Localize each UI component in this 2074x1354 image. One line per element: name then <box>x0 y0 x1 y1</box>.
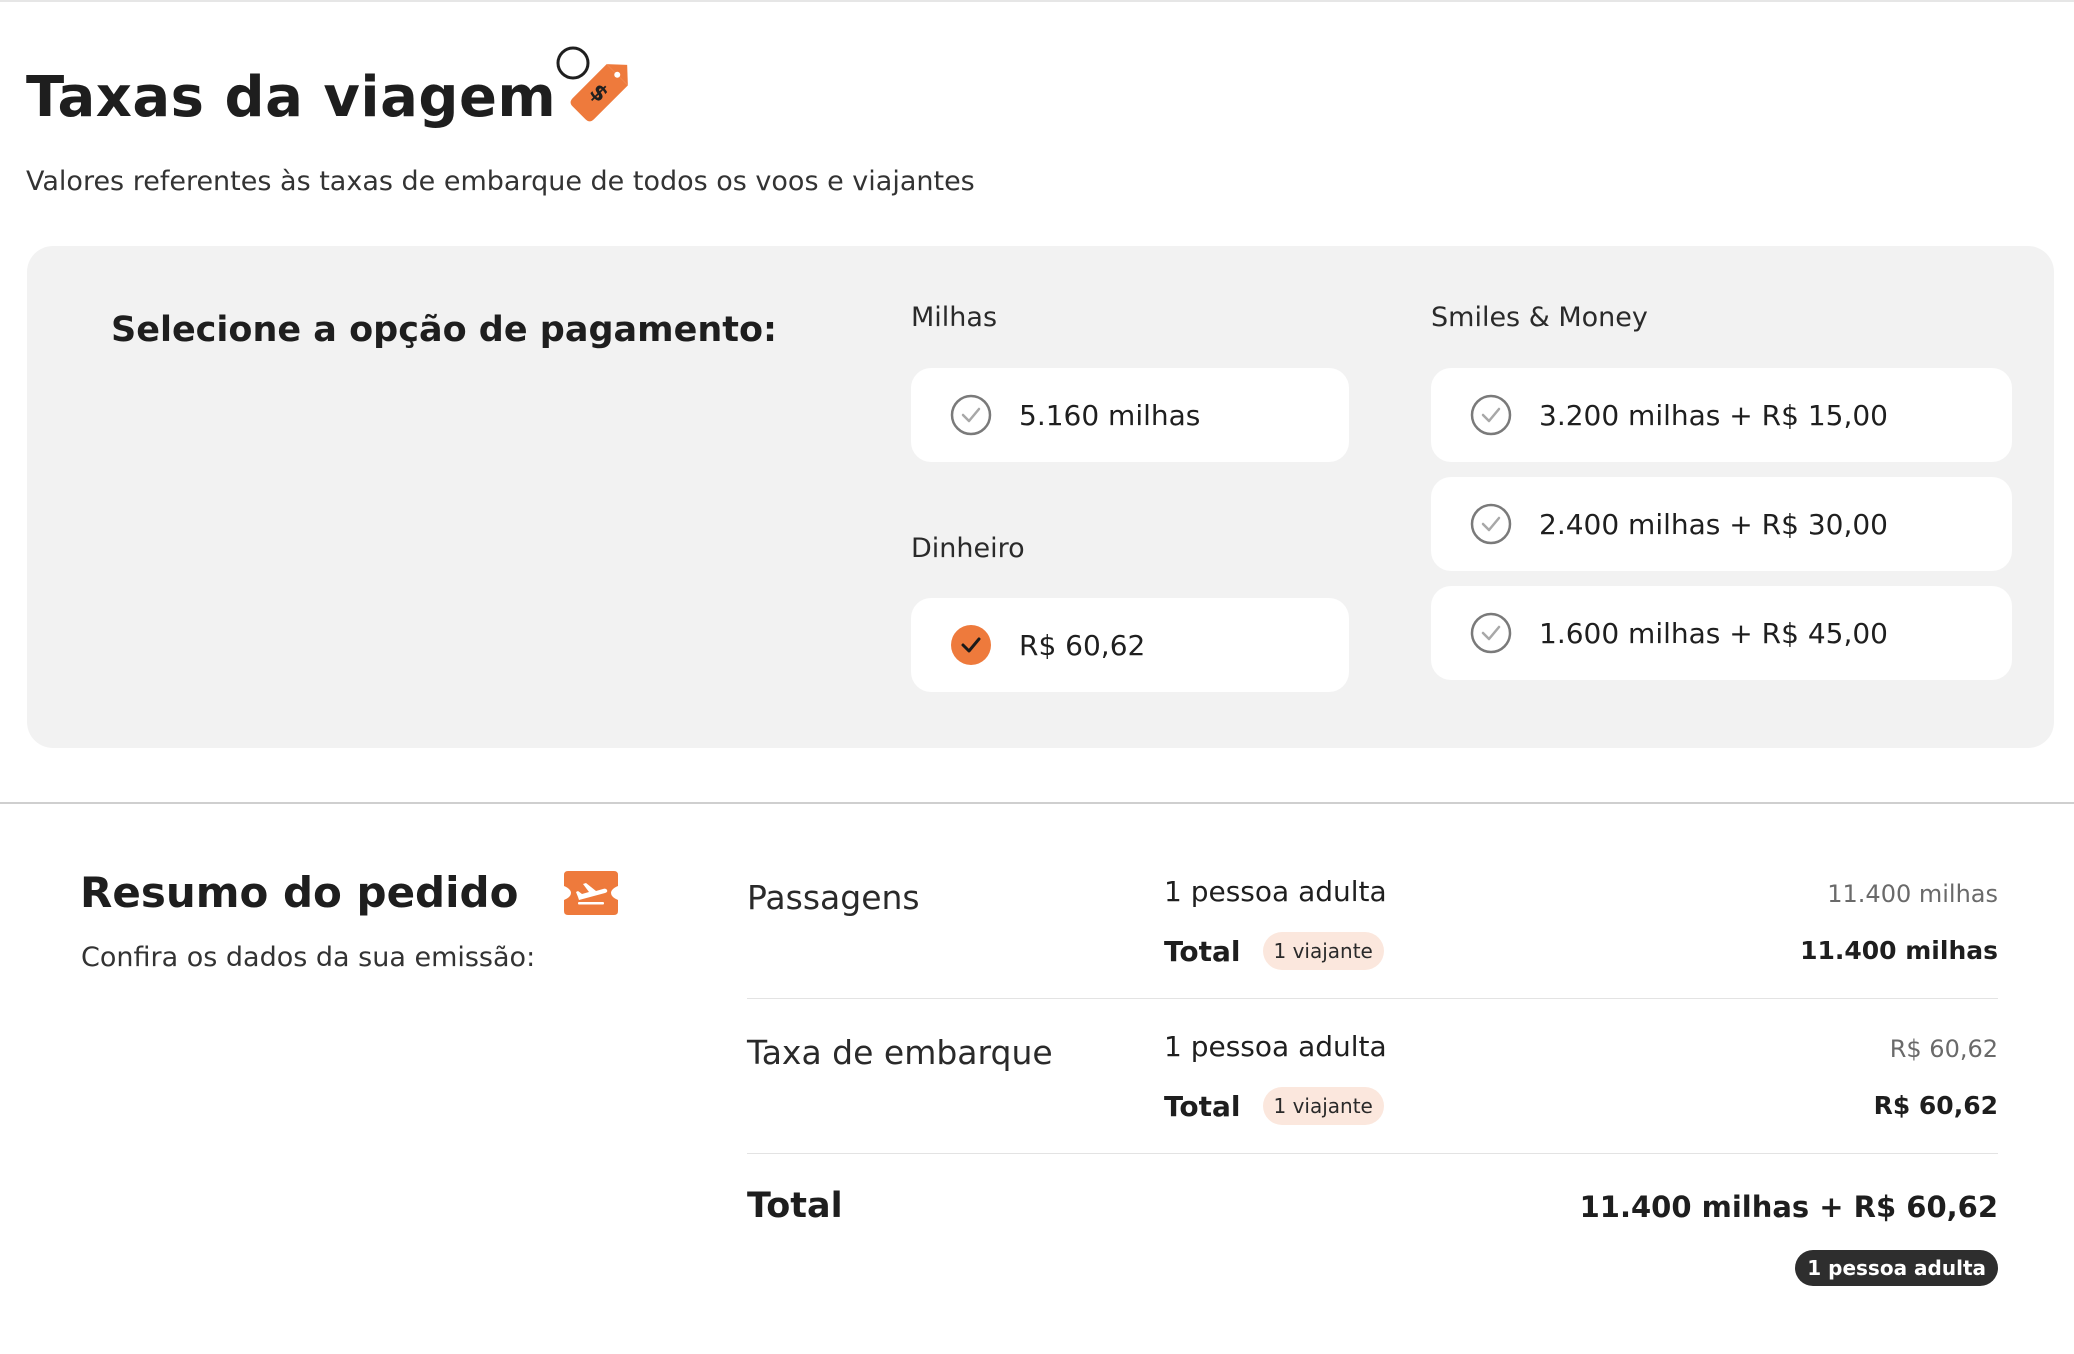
page-subtitle: Valores referentes às taxas de embarque … <box>26 166 975 197</box>
summary-header: Resumo do pedido <box>80 868 619 917</box>
section-total-amount: R$ 60,62 <box>1873 1091 1998 1120</box>
option-label: 2.400 milhas + R$ 30,00 <box>1539 507 1888 541</box>
pax-count: 1 pessoa adulta <box>1164 875 1387 908</box>
group-label-dinheiro: Dinheiro <box>911 533 1025 564</box>
option-label: 5.160 milhas <box>1019 398 1201 432</box>
option-label: 1.600 milhas + R$ 45,00 <box>1539 616 1888 650</box>
page-title: Taxas da viagem <box>26 64 557 130</box>
section-divider <box>0 802 2074 804</box>
grand-total-amount: 11.400 milhas + R$ 60,62 <box>1579 1190 1998 1224</box>
grand-total-label: Total <box>747 1186 843 1226</box>
radio-unchecked-icon <box>1470 612 1512 654</box>
section-label-passagens: Passagens <box>747 878 920 917</box>
price-tag-icon: $ <box>556 46 646 136</box>
plane-ticket-icon <box>564 870 619 915</box>
radio-unchecked-icon <box>950 394 992 436</box>
payment-options-panel: Selecione a opção de pagamento: Milhas 5… <box>27 246 2054 748</box>
section-total-row: Total 1 viajante <box>1164 1087 1384 1125</box>
option-smiles-money-2400[interactable]: 2.400 milhas + R$ 30,00 <box>1431 477 2012 571</box>
top-rule <box>0 0 2074 2</box>
summary-title: Resumo do pedido <box>80 868 519 917</box>
group-label-smiles-money: Smiles & Money <box>1431 302 1648 333</box>
passenger-badge: 1 pessoa adulta <box>1795 1250 1998 1286</box>
traveler-badge: 1 viajante <box>1262 1087 1384 1125</box>
traveler-badge: 1 viajante <box>1262 932 1384 970</box>
line-amount: R$ 60,62 <box>1889 1035 1998 1063</box>
row-separator <box>747 1153 1998 1154</box>
header: Taxas da viagem $ <box>26 46 646 142</box>
payment-heading: Selecione a opção de pagamento: <box>111 310 778 350</box>
pax-count: 1 pessoa adulta <box>1164 1030 1387 1063</box>
radio-unchecked-icon <box>1470 394 1512 436</box>
total-label: Total <box>1164 1089 1241 1123</box>
option-smiles-money-3200[interactable]: 3.200 milhas + R$ 15,00 <box>1431 368 2012 462</box>
section-total-row: Total 1 viajante <box>1164 932 1384 970</box>
total-label: Total <box>1164 934 1241 968</box>
radio-checked-icon <box>951 625 991 665</box>
option-label: R$ 60,62 <box>1019 628 1146 662</box>
option-label: 3.200 milhas + R$ 15,00 <box>1539 398 1888 432</box>
section-total-amount: 11.400 milhas <box>1800 936 1998 965</box>
option-dinheiro-60-62[interactable]: R$ 60,62 <box>911 598 1349 692</box>
row-separator <box>747 998 1998 999</box>
option-smiles-money-1600[interactable]: 1.600 milhas + R$ 45,00 <box>1431 586 2012 680</box>
section-label-taxa-embarque: Taxa de embarque <box>747 1033 1053 1072</box>
option-milhas-5160[interactable]: 5.160 milhas <box>911 368 1349 462</box>
group-label-milhas: Milhas <box>911 302 998 333</box>
summary-subtitle: Confira os dados da sua emissão: <box>81 942 536 973</box>
radio-unchecked-icon <box>1470 503 1512 545</box>
line-amount: 11.400 milhas <box>1827 880 1998 908</box>
